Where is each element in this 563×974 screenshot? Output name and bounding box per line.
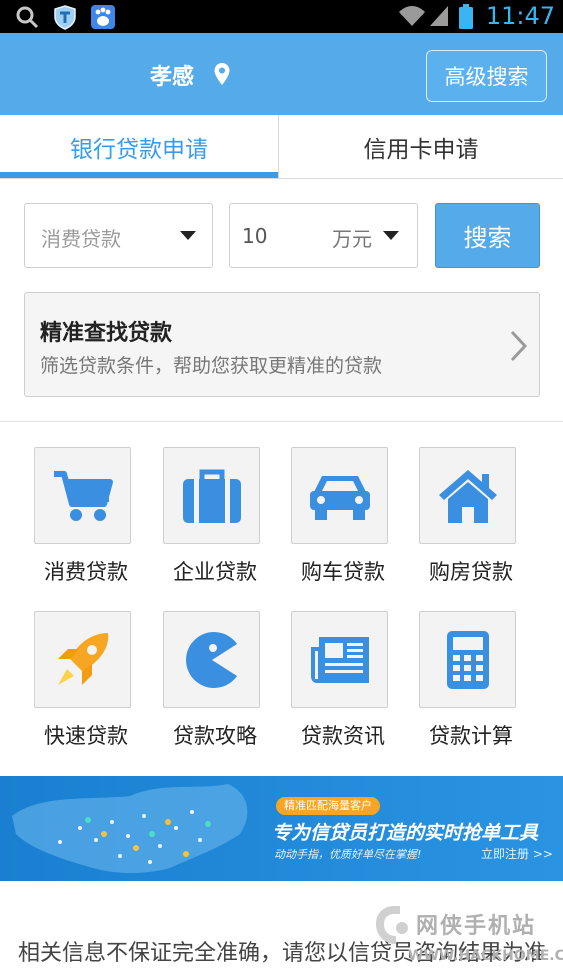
- tile-label: 购房贷款: [429, 560, 513, 584]
- tile-label: 贷款资讯: [301, 724, 385, 748]
- briefcase-icon: [182, 469, 241, 523]
- rocket-icon: [57, 632, 108, 685]
- pacman-icon: [185, 631, 237, 688]
- shopping-cart-icon: [53, 470, 113, 521]
- tile-label: 贷款攻略: [173, 724, 257, 748]
- tile-label: 消费贷款: [44, 560, 128, 584]
- banner-tag: 精准匹配海量客户: [276, 797, 380, 815]
- watermark-logo-icon: [376, 906, 408, 944]
- search-icon: [16, 6, 39, 29]
- precise-search-card[interactable]: 精准查找贷款 筛选贷款条件，帮助您获取更精准的贷款: [24, 292, 540, 397]
- battery-icon: [459, 4, 473, 29]
- tile-loan-guide[interactable]: [163, 611, 260, 708]
- tile-label: 贷款计算: [429, 724, 513, 748]
- chevron-down-icon: [180, 231, 196, 240]
- banner-subtitle: 动动手指，优质好单尽在掌握!: [274, 848, 422, 861]
- tile-label: 购车贷款: [301, 560, 385, 584]
- register-link[interactable]: 立即注册 >>: [481, 845, 553, 862]
- section-divider: [0, 421, 563, 422]
- amount-select[interactable]: 10 万元: [229, 203, 418, 268]
- tab-credit-card[interactable]: 信用卡申请: [279, 115, 563, 178]
- watermark: 网侠手机站 WWW.HACKHOME.COM: [372, 902, 563, 974]
- precise-search-title: 精准查找贷款: [40, 321, 173, 346]
- signal-icon: [430, 6, 448, 26]
- location-pin-icon[interactable]: [213, 62, 231, 86]
- calculator-icon: [446, 630, 489, 689]
- loan-type-select[interactable]: 消费贷款: [24, 203, 213, 268]
- app-header: 孝感 高级搜索: [0, 33, 563, 115]
- tile-loan-news[interactable]: [291, 611, 388, 708]
- tile-consumer-loan[interactable]: [34, 447, 131, 544]
- wifi-icon: [399, 6, 425, 26]
- banner-title: 专为信贷员打造的实时抢单工具: [272, 822, 539, 844]
- chevron-down-icon: [383, 231, 399, 240]
- loan-type-value: 消费贷款: [41, 227, 121, 251]
- precise-search-subtitle: 筛选贷款条件，帮助您获取更精准的贷款: [40, 355, 383, 377]
- tile-loan-calculator[interactable]: [419, 611, 516, 708]
- house-icon: [438, 469, 497, 523]
- watermark-url: WWW.HACKHOME.COM: [408, 948, 563, 964]
- car-icon: [309, 475, 370, 520]
- tile-fast-loan[interactable]: [34, 611, 131, 708]
- shield-icon: [54, 5, 76, 30]
- tile-label: 企业贷款: [173, 560, 257, 584]
- status-bar: 11:47: [0, 0, 563, 33]
- tile-label: 快速贷款: [44, 724, 128, 748]
- promo-banner[interactable]: 精准匹配海量客户 专为信贷员打造的实时抢单工具 动动手指，优质好单尽在掌握! 立…: [0, 776, 563, 881]
- advanced-search-button[interactable]: 高级搜索: [426, 50, 547, 102]
- tab-bank-loan[interactable]: 银行贷款申请: [0, 115, 278, 178]
- tab-bar: 银行贷款申请 信用卡申请: [0, 115, 563, 179]
- chevron-right-icon: [510, 330, 528, 362]
- tab-active-indicator: [0, 172, 278, 178]
- city-label[interactable]: 孝感: [150, 59, 194, 91]
- watermark-text: 网侠手机站: [416, 914, 537, 939]
- baidu-icon: [91, 5, 115, 29]
- amount-value: 10: [242, 224, 268, 248]
- tile-business-loan[interactable]: [163, 447, 260, 544]
- status-time: 11:47: [485, 2, 555, 30]
- tile-house-loan[interactable]: [419, 447, 516, 544]
- tile-car-loan[interactable]: [291, 447, 388, 544]
- newspaper-icon: [310, 636, 369, 683]
- amount-unit: 万元: [332, 227, 372, 251]
- search-button[interactable]: 搜索: [435, 203, 540, 268]
